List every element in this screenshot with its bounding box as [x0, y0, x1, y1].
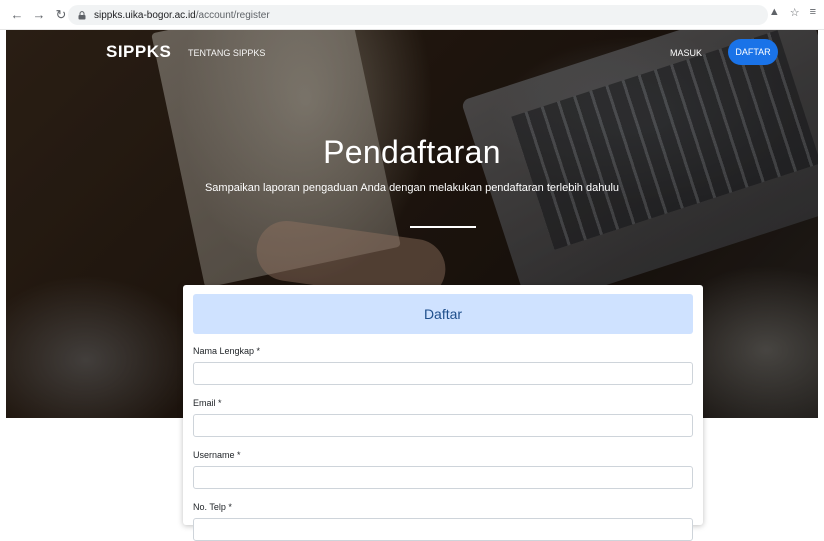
register-button[interactable]: DAFTAR: [728, 39, 778, 65]
page-title: Pendaftaran: [323, 134, 501, 170]
back-arrow-icon[interactable]: ←: [8, 6, 26, 24]
browser-toolbar: ← → ↻ sippks.uika-bogor.ac.id/account/re…: [0, 0, 824, 30]
email-input[interactable]: [193, 414, 693, 437]
star-icon[interactable]: ☆: [790, 6, 800, 19]
register-card: Daftar Nama Lengkap * Email * Username *…: [183, 285, 703, 541]
reading-list-icon[interactable]: ≡: [810, 6, 816, 19]
lock-icon: [78, 10, 86, 19]
url-path: /account/register: [195, 9, 270, 21]
full-name-label: Nama Lengkap *: [193, 346, 261, 356]
nav-link-about[interactable]: TENTANG SIPPKS: [188, 48, 265, 58]
full-name-input[interactable]: [193, 362, 693, 385]
forward-arrow-icon[interactable]: →: [30, 6, 48, 24]
username-label: Username *: [193, 450, 241, 460]
address-bar[interactable]: sippks.uika-bogor.ac.id/account/register: [68, 5, 768, 25]
brand-logo[interactable]: SIPPKS: [106, 42, 171, 62]
phone-label: No. Telp *: [193, 502, 232, 512]
url-host: sippks.uika-bogor.ac.id: [94, 9, 196, 21]
card-header: Daftar: [193, 294, 693, 334]
page-subtitle: Sampaikan laporan pengaduan Anda dengan …: [204, 182, 620, 194]
username-input[interactable]: [193, 466, 693, 489]
share-icon[interactable]: ▲: [769, 6, 780, 19]
login-link[interactable]: MASUK: [670, 48, 702, 58]
email-label: Email *: [193, 398, 222, 408]
phone-input[interactable]: [193, 518, 693, 541]
title-divider: [410, 226, 476, 228]
